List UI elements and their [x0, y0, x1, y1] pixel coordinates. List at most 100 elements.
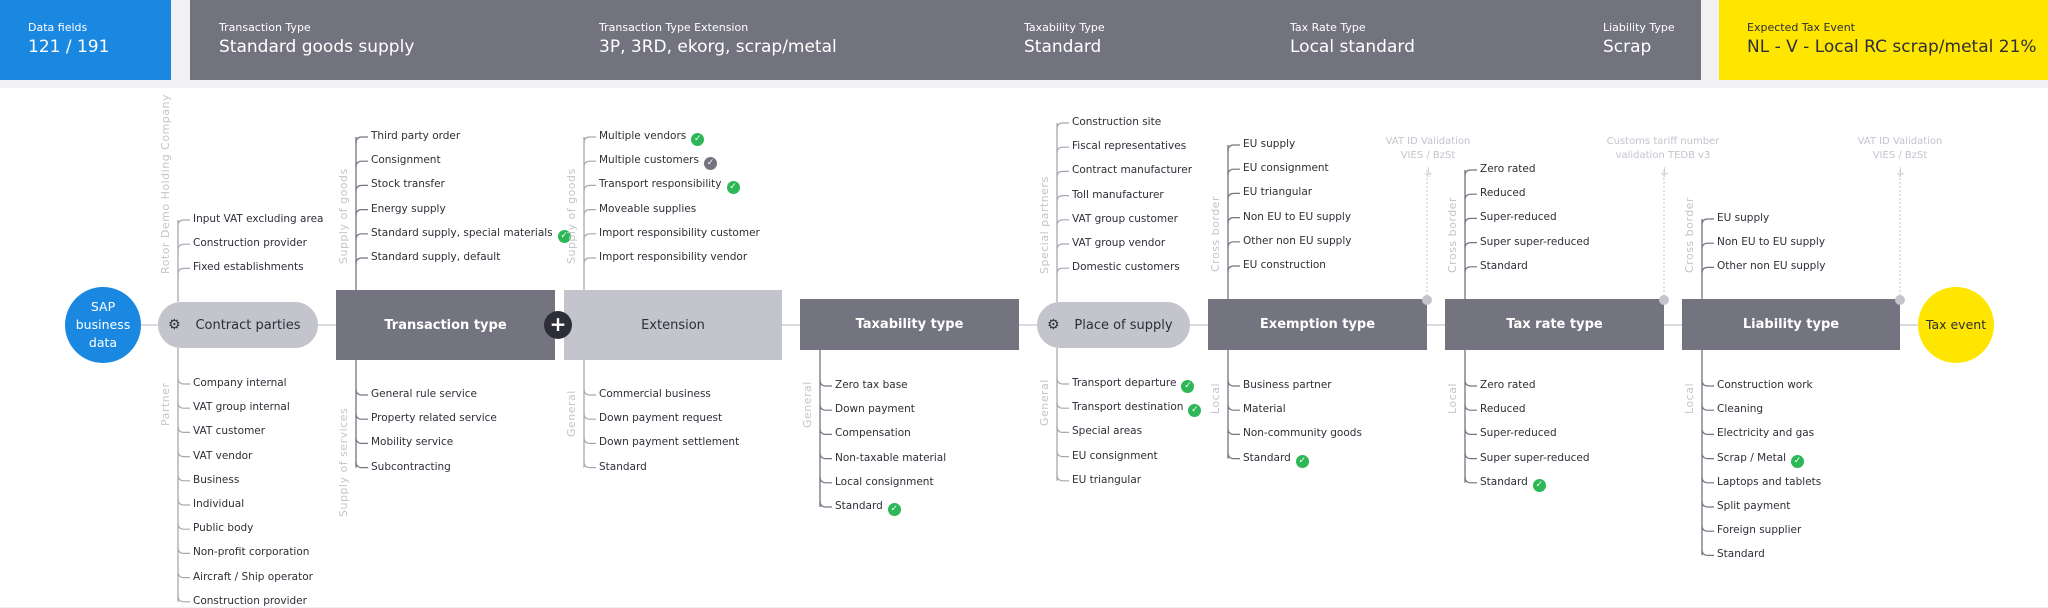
option-item[interactable]: Construction provider [193, 594, 307, 608]
option-item[interactable]: Multiple vendors ✓ [599, 129, 705, 146]
option-item[interactable]: VAT group customer [1072, 212, 1178, 226]
option-item[interactable]: Non-taxable material [835, 451, 946, 465]
contract-parties-node[interactable]: ⚙ Contract parties [158, 302, 318, 348]
option-item[interactable]: Commercial business [599, 387, 711, 401]
option-item[interactable]: Input VAT excluding area [193, 212, 323, 226]
option-item[interactable]: VAT group vendor [1072, 236, 1165, 250]
tax-rate-type-node[interactable]: Tax rate type [1445, 299, 1664, 350]
option-item[interactable]: Laptops and tablets [1717, 475, 1821, 489]
liability-type-node[interactable]: Liability type [1682, 299, 1900, 350]
option-item[interactable]: Standard [1717, 547, 1765, 561]
tax-event-node[interactable]: Tax event [1918, 287, 1994, 363]
option-item[interactable]: Business partner [1243, 378, 1332, 392]
option-item[interactable]: Zero tax base [835, 378, 908, 392]
data-fields-card[interactable]: Data fields 121 / 191 [0, 0, 171, 80]
option-item[interactable]: Consignment [371, 153, 441, 167]
option-item[interactable]: Third party order [371, 129, 460, 143]
option-item[interactable]: Transport departure ✓ [1072, 376, 1195, 393]
option-item[interactable]: Energy supply [371, 202, 446, 216]
extension-node[interactable]: Extension [564, 290, 782, 360]
gear-icon[interactable]: ⚙ [168, 317, 188, 333]
option-item[interactable]: VAT group internal [193, 400, 290, 414]
option-item[interactable]: Company internal [193, 376, 287, 390]
option-item[interactable]: VAT vendor [193, 449, 252, 463]
option-item[interactable]: Non EU to EU supply [1717, 235, 1825, 249]
option-item[interactable]: Public body [193, 521, 253, 535]
option-item[interactable]: Toll manufacturer [1072, 188, 1164, 202]
option-item[interactable]: Other non EU supply [1717, 259, 1825, 273]
option-item[interactable]: Subcontracting [371, 460, 451, 474]
option-item[interactable]: Standard supply, default [371, 250, 500, 264]
option-item[interactable]: Down payment settlement [599, 435, 739, 449]
option-item[interactable]: Transport responsibility ✓ [599, 177, 740, 195]
option-item[interactable]: Standard ✓ [1480, 475, 1546, 492]
option-item[interactable]: Standard ✓ [1243, 451, 1309, 468]
option-item[interactable]: Transport destination ✓ [1072, 400, 1202, 418]
option-item[interactable]: EU construction [1243, 258, 1326, 272]
option-item[interactable]: VAT customer [193, 424, 265, 438]
option-item[interactable]: Reduced [1480, 402, 1526, 416]
option-label: Material [1243, 403, 1286, 416]
option-item[interactable]: Contract manufacturer [1072, 163, 1192, 177]
option-item[interactable]: Non-community goods [1243, 426, 1362, 440]
option-item[interactable]: EU triangular [1243, 185, 1312, 199]
option-item[interactable]: EU supply [1243, 137, 1295, 151]
option-item[interactable]: Scrap / Metal ✓ [1717, 451, 1805, 468]
customs-tariff-validation-label: Customs tariff number validation TEDB v3 [1603, 135, 1723, 163]
option-item[interactable]: Compensation [835, 426, 911, 440]
add-extension-button[interactable]: + [544, 311, 572, 339]
option-item[interactable]: Down payment request [599, 411, 722, 425]
option-item[interactable]: Local consignment [835, 475, 934, 489]
option-item[interactable]: Fixed establishments [193, 260, 304, 274]
option-item[interactable]: Standard [599, 460, 647, 474]
option-item[interactable]: Foreign supplier [1717, 523, 1801, 537]
option-item[interactable]: Standard [1480, 259, 1528, 273]
option-item[interactable]: Reduced [1480, 186, 1526, 200]
option-item[interactable]: Standard supply, special materials ✓ [371, 226, 571, 243]
option-item[interactable]: Stock transfer [371, 177, 445, 191]
option-item[interactable]: Non EU to EU supply [1243, 210, 1351, 224]
option-item[interactable]: Down payment [835, 402, 915, 416]
option-item[interactable]: Moveable supplies [599, 202, 696, 216]
option-item[interactable]: Business [193, 473, 239, 487]
option-item[interactable]: EU triangular [1072, 473, 1141, 487]
exemption-type-node[interactable]: Exemption type [1208, 299, 1427, 350]
option-item[interactable]: Aircraft / Ship operator [193, 570, 313, 584]
option-item[interactable]: Construction site [1072, 115, 1161, 129]
option-label: Energy supply [371, 202, 446, 215]
branch-line [1227, 428, 1240, 435]
taxability-type-node[interactable]: Taxability type [800, 299, 1019, 350]
option-item[interactable]: Zero rated [1480, 162, 1536, 176]
option-item[interactable]: Individual [193, 497, 244, 511]
option-item[interactable]: Property related service [371, 411, 497, 425]
option-item[interactable]: Super-reduced [1480, 210, 1557, 224]
option-item[interactable]: Standard ✓ [835, 499, 901, 516]
option-item[interactable]: Import responsibility customer [599, 226, 760, 240]
option-item[interactable]: EU consignment [1072, 449, 1158, 463]
option-item[interactable]: Fiscal representatives [1072, 139, 1186, 153]
option-item[interactable]: Construction provider [193, 236, 307, 250]
option-item[interactable]: Cleaning [1717, 402, 1763, 416]
option-item[interactable]: Domestic customers [1072, 260, 1180, 274]
option-item[interactable]: Multiple customers ✓ [599, 153, 717, 171]
place-of-supply-node[interactable]: ⚙ Place of supply [1037, 302, 1190, 348]
option-item[interactable]: Zero rated [1480, 378, 1536, 392]
option-item[interactable]: Mobility service [371, 435, 453, 449]
option-item[interactable]: Super super-reduced [1480, 451, 1590, 465]
option-item[interactable]: Material [1243, 402, 1286, 416]
option-item[interactable]: Other non EU supply [1243, 234, 1351, 248]
sap-business-data-node[interactable]: SAP business data [65, 287, 141, 363]
option-item[interactable]: Construction work [1717, 378, 1813, 392]
option-item[interactable]: Special areas [1072, 424, 1142, 438]
option-item[interactable]: Super-reduced [1480, 426, 1557, 440]
option-item[interactable]: General rule service [371, 387, 477, 401]
option-item[interactable]: Import responsibility vendor [599, 250, 747, 264]
gear-icon[interactable]: ⚙ [1047, 317, 1067, 333]
option-item[interactable]: Super super-reduced [1480, 235, 1590, 249]
option-item[interactable]: EU consignment [1243, 161, 1329, 175]
option-item[interactable]: Electricity and gas [1717, 426, 1814, 440]
option-item[interactable]: EU supply [1717, 211, 1769, 225]
option-item[interactable]: Split payment [1717, 499, 1790, 513]
transaction-type-node[interactable]: Transaction type [336, 290, 555, 360]
option-item[interactable]: Non-profit corporation [193, 545, 309, 559]
